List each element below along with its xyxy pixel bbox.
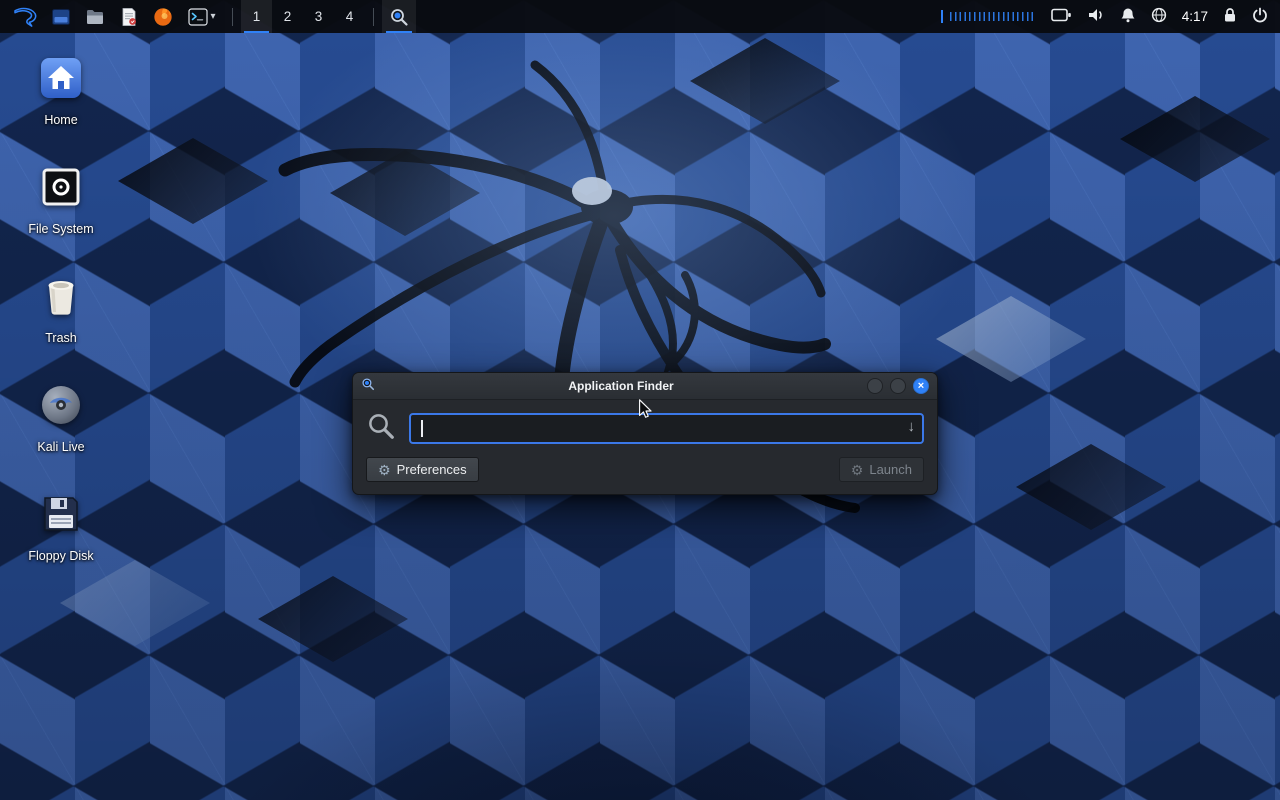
desktop-icon-list: Home File System Trash Kali Live Floppy … (14, 54, 108, 563)
search-dropdown-icon[interactable]: ↓ (908, 418, 916, 435)
battery-indicator[interactable] (1051, 8, 1072, 25)
minimize-button[interactable] (867, 378, 883, 394)
firefox-launcher[interactable] (146, 0, 180, 33)
dialog-body: ↓ ⚙ Preferences ⚙ Launch (353, 400, 937, 494)
workspace-4[interactable]: 4 (334, 0, 365, 33)
workspace-2-label: 2 (284, 9, 292, 24)
maximize-button[interactable] (890, 378, 906, 394)
workspace-1-label: 1 (253, 9, 261, 24)
terminal-icon (188, 7, 208, 27)
gear-icon: ⚙ (378, 463, 391, 477)
close-icon: × (918, 381, 924, 392)
firefox-icon (153, 7, 173, 27)
monitor-bar-icon (941, 10, 943, 23)
bell-icon (1120, 7, 1136, 26)
desktop-screen: ▾ 1 2 3 4 (0, 0, 1280, 800)
desktop-icon-file-system[interactable]: File System (14, 163, 108, 236)
kali-logo-icon (13, 6, 38, 27)
file-manager-icon (51, 7, 71, 27)
kali-live-disc-icon (37, 381, 85, 434)
volume-control[interactable] (1087, 7, 1105, 26)
close-button[interactable]: × (913, 378, 929, 394)
panel-separator (232, 8, 233, 26)
application-finder-panel-button[interactable] (382, 0, 416, 33)
kali-menu-button[interactable] (6, 0, 44, 33)
panel-tray: 4:17 (941, 0, 1274, 33)
trash-icon (37, 272, 85, 325)
workspace-switcher: 1 2 3 4 (241, 0, 365, 33)
search-input-wrap: ↓ (409, 413, 924, 444)
search-row: ↓ (366, 411, 924, 446)
text-editor-launcher[interactable] (112, 0, 146, 33)
window-magnifier-icon (361, 377, 375, 396)
application-finder-window: Application Finder × ↓ ⚙ (352, 372, 938, 495)
workspace-3[interactable]: 3 (303, 0, 334, 33)
panel-clock[interactable]: 4:17 (1182, 9, 1208, 24)
search-input[interactable] (409, 413, 924, 444)
dialog-buttons: ⚙ Preferences ⚙ Launch (366, 457, 924, 482)
desktop-icon-floppy-disk[interactable]: Floppy Disk (14, 490, 108, 563)
launch-gear-icon: ⚙ (851, 463, 864, 477)
window-controls: × (867, 378, 929, 394)
file-manager-launcher[interactable] (44, 0, 78, 33)
volume-icon (1087, 7, 1105, 26)
launch-button[interactable]: ⚙ Launch (839, 457, 924, 482)
screen-lock-button[interactable] (1223, 7, 1237, 26)
folder-icon (85, 7, 105, 27)
text-caret (421, 420, 423, 437)
terminal-dropdown-chevron-icon[interactable]: ▾ (210, 12, 215, 22)
desktop-icon-label: Home (44, 113, 77, 127)
network-icon (1151, 7, 1167, 26)
desktop-icon-home[interactable]: Home (14, 54, 108, 127)
window-title: Application Finder (383, 379, 859, 393)
network-status[interactable] (1151, 7, 1167, 26)
home-icon (37, 54, 85, 107)
panel-separator (373, 8, 374, 26)
titlebar[interactable]: Application Finder × (353, 373, 937, 400)
workspace-4-label: 4 (346, 9, 354, 24)
text-editor-icon (119, 7, 139, 27)
power-button[interactable] (1252, 7, 1268, 26)
search-icon (366, 411, 396, 446)
desktop-icon-label: File System (28, 222, 93, 236)
desktop-icon-label: Floppy Disk (28, 549, 93, 563)
notifications-button[interactable] (1120, 7, 1136, 26)
folder-launcher[interactable] (78, 0, 112, 33)
system-monitor-graph[interactable] (941, 10, 1036, 23)
application-finder-icon (389, 7, 409, 27)
desktop-icon-label: Trash (45, 331, 77, 345)
monitor-ticks-icon (950, 12, 1036, 21)
workspace-1[interactable]: 1 (241, 0, 272, 33)
desktop-icon-label: Kali Live (37, 440, 84, 454)
preferences-label: Preferences (397, 462, 467, 477)
power-icon (1252, 7, 1268, 26)
terminal-launcher[interactable]: ▾ (180, 0, 224, 33)
battery-icon (1051, 8, 1072, 25)
lock-icon (1223, 7, 1237, 26)
desktop-icon-kali-live[interactable]: Kali Live (14, 381, 108, 454)
file-system-icon (37, 163, 85, 216)
workspace-2[interactable]: 2 (272, 0, 303, 33)
desktop-icon-trash[interactable]: Trash (14, 272, 108, 345)
launch-label: Launch (869, 462, 912, 477)
workspace-3-label: 3 (315, 9, 323, 24)
floppy-disk-icon (37, 490, 85, 543)
top-panel: ▾ 1 2 3 4 (0, 0, 1280, 33)
preferences-button[interactable]: ⚙ Preferences (366, 457, 479, 482)
